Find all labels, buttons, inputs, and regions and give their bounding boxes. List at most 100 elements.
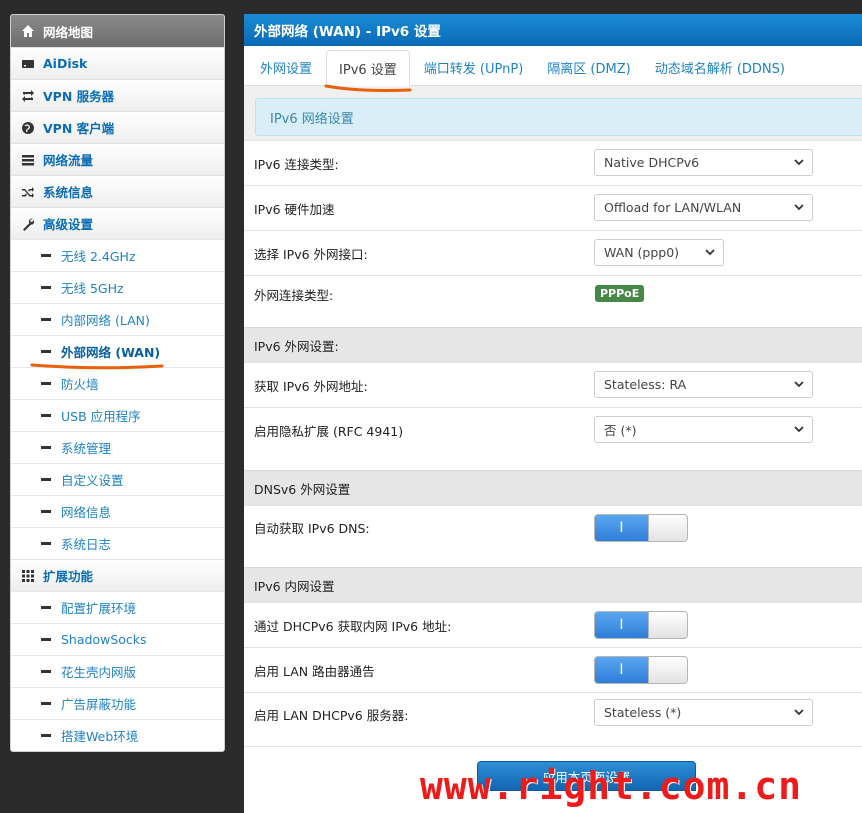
select-value: Stateless (*): [604, 705, 682, 720]
chevron-down-icon: [794, 381, 804, 388]
sidebar-item-sysinfo[interactable]: 系统信息: [11, 175, 224, 207]
sidebar-sub-oray[interactable]: 花生壳内网版: [11, 655, 224, 687]
row-conn-type: IPv6 连接类型: Native DHCPv6: [244, 140, 862, 185]
select-value: WAN (ppp0): [604, 245, 680, 260]
sidebar-item-advanced[interactable]: 高级设置: [11, 207, 224, 239]
tab-dmz[interactable]: 隔离区 (DMZ): [537, 49, 640, 85]
wan-iface-label: 选择 IPv6 外网接口:: [254, 246, 368, 262]
sidebar-sub-netinfo[interactable]: 网络信息: [11, 495, 224, 527]
dash-icon: [41, 382, 51, 385]
hw-accel-select[interactable]: Offload for LAN/WLAN: [594, 194, 813, 221]
select-value: 否 (*): [604, 423, 637, 438]
sidebar-sub-label: 系统管理: [61, 441, 112, 456]
grid-icon: [21, 569, 35, 583]
privacy-ext-select[interactable]: 否 (*): [594, 416, 813, 443]
main-panel: 外部网络 (WAN) - IPv6 设置 外网设置 IPv6 设置 端口转发 (…: [244, 14, 862, 813]
sidebar-item-network-map[interactable]: 网络地图: [11, 15, 224, 47]
hdd-icon: [21, 57, 35, 71]
sidebar-sub-syslog[interactable]: 系统日志: [11, 527, 224, 559]
sidebar-sub-label: 防火墙: [61, 377, 99, 392]
list-icon: [21, 153, 35, 167]
chevron-down-icon: [794, 204, 804, 211]
tab-wan-settings[interactable]: 外网设置: [250, 49, 322, 85]
dhcpv6-server-select[interactable]: Stateless (*): [594, 699, 813, 726]
chevron-down-icon: [705, 249, 715, 256]
sidebar-sub-label: 系统日志: [61, 537, 112, 552]
sidebar-sub-admin[interactable]: 系统管理: [11, 431, 224, 463]
sidebar-sub-ext-env[interactable]: 配置扩展环境: [11, 591, 224, 623]
dash-icon: [41, 478, 51, 481]
sidebar-item-vpn-server[interactable]: VPN 服务器: [11, 79, 224, 111]
dhcpv6-server-label: 启用 LAN DHCPv6 服务器:: [254, 708, 409, 723]
sidebar-sub-custom[interactable]: 自定义设置: [11, 463, 224, 495]
wan-iface-select[interactable]: WAN (ppp0): [594, 239, 724, 266]
info-banner: IPv6 网络设置: [255, 98, 862, 136]
globe-icon: [21, 121, 35, 135]
sidebar-sub-lan[interactable]: 内部网络 (LAN): [11, 303, 224, 335]
wan-type-label: 外网连接类型:: [254, 288, 334, 303]
sidebar-sub-web-env[interactable]: 搭建Web环境: [11, 719, 224, 751]
dash-icon: [41, 542, 51, 545]
dhcp-lan-label: 通过 DHCPv6 获取内网 IPv6 地址:: [254, 618, 452, 634]
wan-addr-select[interactable]: Stateless: RA: [594, 371, 813, 398]
row-router-adv: 启用 LAN 路由器通告 I: [244, 647, 862, 692]
dash-icon: [41, 446, 51, 449]
sidebar-sub-label: 搭建Web环境: [61, 729, 139, 744]
page-title: 外部网络 (WAN) - IPv6 设置: [244, 14, 862, 46]
wrench-icon: [21, 217, 35, 231]
sidebar-item-aidisk[interactable]: AiDisk: [11, 47, 224, 79]
toggle-knob: [648, 612, 687, 638]
sidebar-item-label: 高级设置: [43, 217, 94, 232]
dash-icon: [41, 510, 51, 513]
router-adv-toggle[interactable]: I: [594, 656, 688, 684]
home-icon: [21, 24, 35, 38]
tab-port-forwarding[interactable]: 端口转发 (UPnP): [414, 49, 533, 85]
sidebar-item-label: 系统信息: [43, 185, 94, 200]
wan-addr-label: 获取 IPv6 外网地址:: [254, 378, 368, 394]
sidebar-sub-shadowsocks[interactable]: ShadowSocks: [11, 623, 224, 655]
hw-accel-label: IPv6 硬件加速: [254, 201, 335, 217]
dash-icon: [41, 350, 51, 353]
section-ipv6-lan: IPv6 内网设置: [244, 567, 862, 602]
sidebar-sub-label: 广告屏蔽功能: [61, 697, 137, 712]
row-dhcp-lan: 通过 DHCPv6 获取内网 IPv6 地址: I: [244, 602, 862, 647]
tab-ddns[interactable]: 动态域名解析 (DDNS): [645, 49, 795, 85]
sidebar-sub-label: ShadowSocks: [61, 632, 147, 647]
sidebar-menu: 网络地图 AiDisk VPN 服务器 VPN 客户端 网络流量 系统信息 高级…: [10, 14, 225, 752]
sidebar-item-vpn-client[interactable]: VPN 客户端: [11, 111, 224, 143]
auto-dns-toggle[interactable]: I: [594, 514, 688, 542]
dash-icon: [41, 286, 51, 289]
dash-icon: [41, 702, 51, 705]
chevron-down-icon: [794, 159, 804, 166]
random-icon: [21, 185, 35, 199]
router-adv-label: 启用 LAN 路由器通告: [254, 663, 375, 679]
sidebar-item-traffic[interactable]: 网络流量: [11, 143, 224, 175]
sidebar-sub-adblock[interactable]: 广告屏蔽功能: [11, 687, 224, 719]
watermark-text: www.right.com.cn: [420, 764, 803, 808]
select-value: Stateless: RA: [604, 377, 687, 392]
sidebar-sub-wireless-24[interactable]: 无线 2.4GHz: [11, 239, 224, 271]
sidebar-item-label: 扩展功能: [43, 569, 94, 584]
row-wan-type: 外网连接类型: PPPoE: [244, 275, 862, 327]
dash-icon: [41, 414, 51, 417]
sidebar-sub-label: 配置扩展环境: [61, 601, 137, 616]
section-ipv6-wan: IPv6 外网设置:: [244, 327, 862, 362]
toggle-on-indicator: I: [595, 657, 648, 683]
sidebar-sub-label: 无线 5GHz: [61, 281, 124, 296]
row-hw-accel: IPv6 硬件加速 Offload for LAN/WLAN: [244, 185, 862, 230]
sidebar-sub-label: 网络信息: [61, 505, 112, 520]
row-auto-dns: 自动获取 IPv6 DNS: I: [244, 505, 862, 567]
annotation-underline-wan: [30, 363, 164, 370]
pppoe-badge: PPPoE: [595, 285, 645, 302]
sidebar-sub-usb[interactable]: USB 应用程序: [11, 399, 224, 431]
sidebar-sub-wireless-5[interactable]: 无线 5GHz: [11, 271, 224, 303]
conn-type-select[interactable]: Native DHCPv6: [594, 149, 813, 176]
conn-type-label: IPv6 连接类型:: [254, 156, 339, 172]
dhcp-lan-toggle[interactable]: I: [594, 611, 688, 639]
row-dhcpv6-server: 启用 LAN DHCPv6 服务器: Stateless (*): [244, 692, 862, 746]
section-dnsv6-wan: DNSv6 外网设置: [244, 470, 862, 505]
sidebar-item-extensions[interactable]: 扩展功能: [11, 559, 224, 591]
sidebar-sub-label: 自定义设置: [61, 473, 124, 488]
select-value: Native DHCPv6: [604, 155, 700, 170]
auto-dns-label: 自动获取 IPv6 DNS:: [254, 521, 370, 536]
